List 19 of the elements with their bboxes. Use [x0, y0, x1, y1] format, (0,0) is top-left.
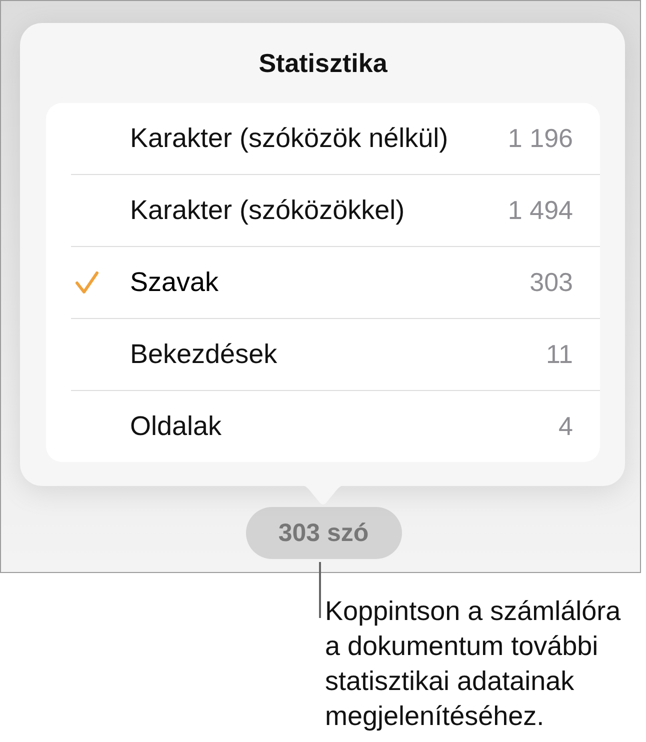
- statistic-label: Karakter (szóközökkel): [130, 195, 406, 226]
- statistic-option[interactable]: Bekezdések 11: [71, 318, 600, 390]
- leader-line: [319, 562, 321, 618]
- statistic-option[interactable]: Karakter (szóközök nélkül) 1 196: [71, 103, 600, 174]
- statistic-value: 4: [558, 411, 573, 442]
- statistic-value: 1 494: [508, 195, 573, 226]
- statistic-label: Bekezdések: [130, 339, 278, 370]
- popover-title: Statisztika: [258, 48, 388, 78]
- statistic-label: Karakter (szóközök nélkül): [130, 123, 450, 154]
- statistic-label: Oldalak: [130, 411, 223, 442]
- statistic-value: 11: [546, 339, 573, 370]
- statistic-label: Szavak: [130, 267, 220, 298]
- statistic-option[interactable]: Szavak 303: [71, 246, 600, 318]
- callout-text: Koppintson a számlálóra a dokumentum további statisztikai adatainak megjelenítéséhez.: [325, 595, 622, 733]
- check-icon: [75, 270, 99, 294]
- statistic-value: 303: [530, 267, 573, 298]
- statistic-option[interactable]: Karakter (szóközökkel) 1 494: [71, 174, 600, 246]
- statistic-value: 1 196: [508, 123, 573, 154]
- statistic-option[interactable]: Oldalak 4: [71, 390, 600, 462]
